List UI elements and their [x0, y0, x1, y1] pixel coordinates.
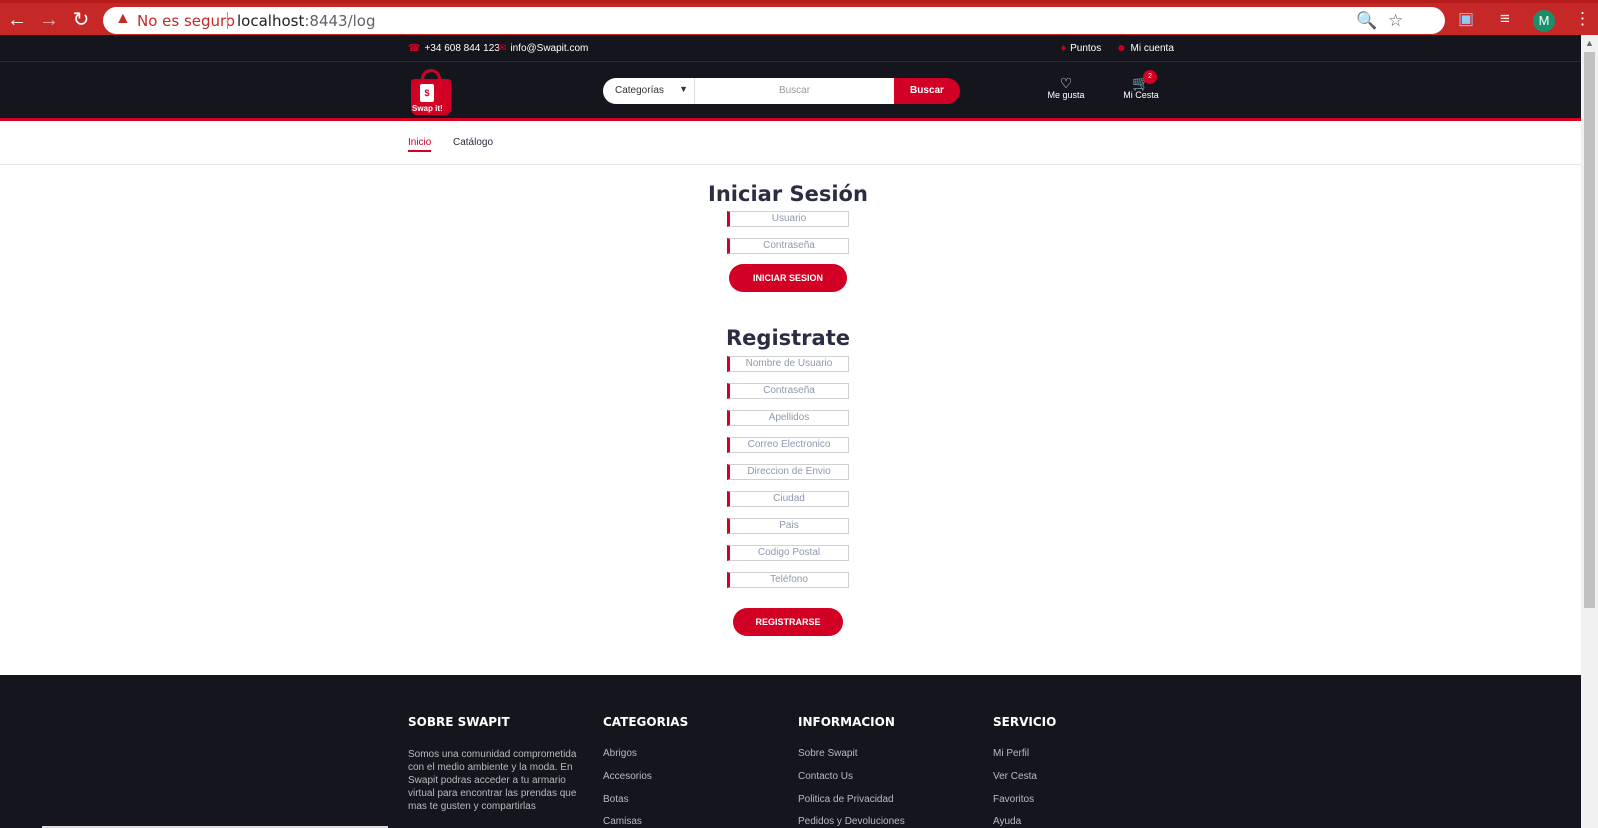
account-link[interactable]: ☻ Mi cuenta	[1116, 43, 1174, 54]
envelope-icon: ✉	[498, 43, 507, 54]
security-label: No es seguro	[137, 12, 236, 30]
main-nav: Inicio Catálogo	[0, 124, 1581, 165]
footer-link-about[interactable]: Sobre Swapit	[798, 748, 857, 759]
site-footer: SOBRE SWAPIT Somos una comunidad comprom…	[0, 675, 1581, 828]
media-queue-icon[interactable]: ≡	[1500, 9, 1510, 29]
register-username-field[interactable]: Nombre de Usuario	[727, 356, 849, 372]
points-link[interactable]: ♦ Puntos	[1061, 43, 1101, 54]
url-path: :8443/log	[304, 12, 376, 30]
browser-toolbar: ← → ↻ ▲ No es seguro localhost:8443/log …	[0, 0, 1598, 35]
register-button[interactable]: REGISTRARSE	[733, 608, 843, 636]
footer-info-title: INFORMACION	[798, 715, 895, 729]
footer-link-cart[interactable]: Ver Cesta	[993, 771, 1037, 782]
footer-about-title: SOBRE SWAPIT	[408, 715, 510, 729]
scrollbar-thumb[interactable]	[1584, 52, 1595, 608]
city-field[interactable]: Ciudad	[727, 491, 849, 507]
email-field[interactable]: Correo Electronico	[727, 437, 849, 453]
wishlist-label: Me gusta	[1047, 90, 1085, 100]
email-text: info@Swapit.com	[510, 43, 589, 54]
scroll-up-icon[interactable]: ▲	[1585, 38, 1594, 48]
shipping-address-field[interactable]: Direccion de Envio	[727, 464, 849, 480]
url-text[interactable]: localhost:8443/log	[237, 12, 376, 30]
search-button[interactable]: Buscar	[894, 78, 960, 104]
register-password-field[interactable]: Contraseña	[727, 383, 849, 399]
footer-link-help[interactable]: Ayuda	[993, 816, 1021, 827]
extension-icon[interactable]: ▣	[1458, 9, 1474, 29]
footer-link-camisas[interactable]: Camisas	[603, 816, 642, 827]
surname-field[interactable]: Apellidos	[727, 410, 849, 426]
profile-avatar[interactable]: M	[1533, 10, 1555, 32]
top-info-strip: ☎ +34 608 844 123 ✉ info@Swapit.com ♦ Punto…	[0, 35, 1581, 62]
warning-icon: ▲	[115, 10, 131, 27]
page-viewport: ☎ +34 608 844 123 ✉ info@Swapit.com ♦ Punto…	[0, 35, 1581, 828]
footer-service-title: SERVICIO	[993, 715, 1057, 729]
url-host: localhost	[237, 12, 305, 30]
footer-link-orders[interactable]: Pedidos y Devoluciones	[798, 816, 905, 827]
user-icon: ☻	[1116, 43, 1127, 54]
nav-item-catalogo[interactable]: Catálogo	[453, 137, 493, 148]
omnibox-divider	[227, 12, 228, 29]
username-field[interactable]: Usuario	[727, 211, 849, 227]
forward-icon[interactable]: →	[38, 9, 60, 31]
phone-link[interactable]: ☎ +34 608 844 123	[408, 43, 500, 54]
menu-kebab-icon[interactable]: ⋮	[1574, 9, 1591, 29]
password-field[interactable]: Contraseña	[727, 238, 849, 254]
login-title: Iniciar Sesión	[708, 182, 868, 206]
phone-text: +34 608 844 123	[424, 43, 500, 54]
search-input[interactable]: Buscar	[695, 78, 894, 104]
logo-tag-icon: $	[420, 84, 434, 102]
footer-link-contact[interactable]: Contacto Us	[798, 771, 853, 782]
footer-link-favorites[interactable]: Favoritos	[993, 794, 1034, 805]
reload-icon[interactable]: ↻	[70, 9, 92, 31]
login-button[interactable]: INICIAR SESION	[729, 264, 847, 292]
footer-link-botas[interactable]: Botas	[603, 794, 629, 805]
swapit-logo[interactable]: $ Swap it!	[408, 67, 454, 115]
chevron-down-icon: ▼	[679, 84, 688, 94]
main-header: $ Swap it! Categorías ▼ Buscar Buscar ♡ …	[0, 62, 1581, 121]
bookmark-star-icon[interactable]: ☆	[1388, 11, 1403, 31]
register-title: Registrate	[726, 326, 850, 350]
footer-link-accesorios[interactable]: Accesorios	[603, 771, 652, 782]
zoom-icon[interactable]: 🔍	[1356, 11, 1377, 31]
account-text: Mi cuenta	[1130, 43, 1174, 54]
category-select[interactable]: Categorías ▼	[603, 78, 695, 104]
search-bar: Categorías ▼ Buscar Buscar	[603, 78, 960, 104]
footer-about-text: Somos una comunidad comprometida con el …	[408, 749, 577, 812]
logo-text: Swap it!	[412, 104, 443, 113]
footer-link-profile[interactable]: Mi Perfil	[993, 748, 1029, 759]
footer-link-privacy[interactable]: Politica de Privacidad	[798, 794, 894, 805]
postal-code-field[interactable]: Codigo Postal	[727, 545, 849, 561]
points-icon: ♦	[1061, 43, 1067, 54]
country-field[interactable]: Pais	[727, 518, 849, 534]
phone-field[interactable]: Teléfono	[727, 572, 849, 588]
email-link[interactable]: ✉ info@Swapit.com	[498, 43, 588, 54]
phone-icon: ☎	[408, 43, 421, 54]
page-scrollbar[interactable]: ▲	[1581, 35, 1598, 828]
cart-label: Mi Cesta	[1123, 90, 1159, 100]
heart-icon: ♡	[1059, 75, 1073, 91]
nav-item-inicio[interactable]: Inicio	[408, 137, 432, 152]
back-icon[interactable]: ←	[6, 9, 28, 31]
wishlist-link[interactable]: ♡ Me gusta	[1046, 76, 1086, 100]
address-bar[interactable]: ▲ No es seguro localhost:8443/log 🔍 ☆	[103, 7, 1445, 34]
category-select-value: Categorías	[615, 85, 664, 96]
cart-count-badge: 2	[1143, 70, 1157, 84]
footer-categories-title: CATEGORIAS	[603, 715, 689, 729]
footer-link-abrigos[interactable]: Abrigos	[603, 748, 637, 759]
points-text: Puntos	[1070, 43, 1102, 54]
